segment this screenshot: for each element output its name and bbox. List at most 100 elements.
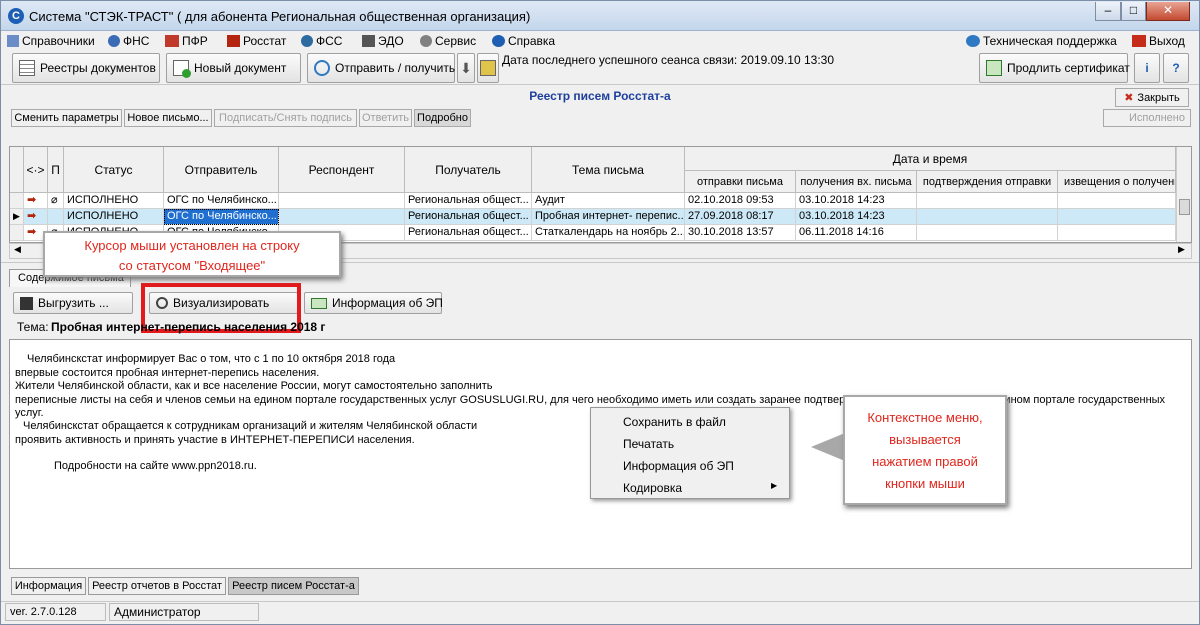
sent-header[interactable]: отправки письма xyxy=(685,171,796,193)
app-logo-icon: C xyxy=(8,8,24,24)
scroll-thumb[interactable] xyxy=(1179,199,1190,215)
menu-item-encoding[interactable]: Кодировка xyxy=(623,481,682,495)
extend-certificate-button[interactable]: Продлить сертификат xyxy=(979,53,1130,83)
context-menu-callout: Контекстное меню, вызывается нажатием пр… xyxy=(843,395,1007,505)
fss-icon xyxy=(301,35,313,47)
cell-notice xyxy=(1058,209,1176,225)
menu-servis[interactable]: Сервис xyxy=(420,34,476,48)
maximize-button[interactable]: □ xyxy=(1121,2,1146,21)
tab-letters-registry[interactable]: Реестр писем Росстат-а xyxy=(228,577,359,595)
cell-confirm xyxy=(917,209,1058,225)
menu-spravochniki[interactable]: Справочники xyxy=(7,34,95,48)
document-list-icon xyxy=(19,60,35,76)
menu-edo[interactable]: ЭДО xyxy=(362,34,404,48)
ep-info-button[interactable]: Информация об ЭП xyxy=(304,292,443,314)
current-row-pointer-icon: ▶ xyxy=(10,209,24,225)
cell-respondent xyxy=(279,209,405,225)
tab-information[interactable]: Информация xyxy=(11,577,86,595)
main-window: C Система "СТЭК-ТРАСТ" ( для абонента Ре… xyxy=(0,0,1200,625)
sender-header[interactable]: Отправитель xyxy=(164,147,279,193)
info-button[interactable]: i xyxy=(1134,53,1160,83)
menu-rosstat[interactable]: Росстат xyxy=(227,34,286,48)
cell-status: ИСПОЛНЕНО xyxy=(64,193,164,209)
minimize-button[interactable]: – xyxy=(1095,2,1121,21)
cell-confirm xyxy=(917,225,1058,241)
export-button[interactable]: Выгрузить ... xyxy=(13,292,133,314)
scroll-left-icon[interactable]: ◀ xyxy=(14,244,21,255)
registers-button[interactable]: Реестры документов xyxy=(12,53,160,83)
download-arrow-button[interactable]: ⬇ xyxy=(457,53,475,83)
table-row[interactable]: ➡ ⌀ ИСПОЛНЕНО ОГС по Челябинско... Регио… xyxy=(10,193,1176,209)
cell-sent: 27.09.2018 08:17 xyxy=(685,209,796,225)
respondent-header[interactable]: Респондент xyxy=(279,147,405,193)
change-params-button[interactable]: Сменить параметры xyxy=(11,109,122,127)
cell-received: 03.10.2018 14:23 xyxy=(796,209,917,225)
close-panel-button[interactable]: ✖ Закрыть xyxy=(1115,88,1189,107)
support-menu[interactable]: Техническая поддержка xyxy=(966,34,1117,48)
menu-fss[interactable]: ФСС xyxy=(301,34,342,48)
exit-menu[interactable]: Выход xyxy=(1132,34,1185,48)
callout-text: вызывается xyxy=(889,432,961,447)
close-icon: ✖ xyxy=(1124,91,1134,104)
cell-subject: Аудит xyxy=(532,193,685,209)
body-line: Подробности на сайте www.ppn2018.ru. xyxy=(54,460,257,472)
close-window-button[interactable]: ✕ xyxy=(1146,2,1190,21)
cell-respondent xyxy=(279,193,405,209)
new-document-button[interactable]: Новый документ xyxy=(166,53,301,83)
subject-header[interactable]: Тема письма xyxy=(532,147,685,193)
menu-spravka[interactable]: Справка xyxy=(492,34,555,48)
callout-text: Контекстное меню, xyxy=(867,410,983,425)
callout-text: со статусом "Входящее" xyxy=(118,258,266,273)
sign-button[interactable]: Подписать/Снять подпись xyxy=(214,109,357,127)
cell-sender-focused[interactable]: ОГС по Челябинско... xyxy=(164,209,279,225)
body-line: впервые состоится пробная интернет-переп… xyxy=(15,367,320,379)
cell-confirm xyxy=(917,193,1058,209)
gear-icon xyxy=(420,35,432,47)
status-bar: ver. 2.7.0.128 Администратор xyxy=(1,601,1199,625)
archive-button[interactable] xyxy=(477,53,499,83)
status-header[interactable]: Статус xyxy=(64,147,164,193)
grid-vertical-scrollbar[interactable] xyxy=(1176,147,1191,242)
body-line: проявить активность и принять участие в … xyxy=(15,434,415,446)
cursor-callout: Курсор мыши установлен на строку со стат… xyxy=(43,231,341,277)
fns-icon xyxy=(108,35,120,47)
panel-title: Реестр писем Росстат-а xyxy=(529,89,671,103)
reply-button[interactable]: Ответить xyxy=(359,109,412,127)
info-icon: i xyxy=(1145,61,1149,75)
cell-received: 03.10.2018 14:23 xyxy=(796,193,917,209)
menu-fns[interactable]: ФНС xyxy=(108,34,149,48)
body-line: услуг. xyxy=(15,407,44,419)
archive-icon xyxy=(480,60,496,76)
attach-header[interactable]: П xyxy=(48,147,64,193)
new-letter-button[interactable]: Новое письмо... xyxy=(124,109,212,127)
certificate-icon xyxy=(986,60,1002,76)
submenu-arrow-icon: ▶ xyxy=(771,481,778,490)
status-filter-field[interactable]: Исполнено xyxy=(1103,109,1191,127)
table-row-selected[interactable]: ▶ ➡ ИСПОЛНЕНО ОГС по Челябинско... Регио… xyxy=(10,209,1176,225)
row-indicator-header xyxy=(10,147,24,193)
tab-reports-registry[interactable]: Реестр отчетов в Росстат xyxy=(88,577,226,595)
send-receive-button[interactable]: Отправить / получить xyxy=(307,53,455,83)
menu-item-ep-info[interactable]: Информация об ЭП xyxy=(623,459,734,473)
received-header[interactable]: получения вх. письма xyxy=(796,171,917,193)
book-icon xyxy=(7,35,19,47)
subject-value: Пробная интернет-перепись населения 2018… xyxy=(51,320,326,334)
menu-item-print[interactable]: Печатать xyxy=(623,437,674,451)
scroll-right-icon[interactable]: ▶ xyxy=(1178,244,1185,255)
help-doc-button[interactable]: ? xyxy=(1163,53,1189,83)
menu-item-save-file[interactable]: Сохранить в файл xyxy=(623,415,726,429)
confirm-header[interactable]: подтверждения отправки xyxy=(917,171,1058,193)
menu-pfr[interactable]: ПФР xyxy=(165,34,208,48)
details-button[interactable]: Подробно xyxy=(414,109,471,127)
notice-header[interactable]: извещения о получени xyxy=(1058,171,1176,193)
nav-header[interactable]: <·> xyxy=(24,147,48,193)
cell-notice xyxy=(1058,225,1176,241)
empty-attach-cell xyxy=(48,209,64,225)
menu-bar: Справочники ФНС ПФР Росстат ФСС ЭДО Серв… xyxy=(1,31,1199,51)
recipient-header[interactable]: Получатель xyxy=(405,147,532,193)
incoming-arrow-icon: ➡ xyxy=(24,209,48,225)
cell-recipient: Региональная общест... xyxy=(405,193,532,209)
callout-text: нажатием правой xyxy=(872,454,978,469)
row-indicator xyxy=(10,193,24,209)
body-line: Челябинскстат информирует Вас о том, что… xyxy=(27,353,396,365)
